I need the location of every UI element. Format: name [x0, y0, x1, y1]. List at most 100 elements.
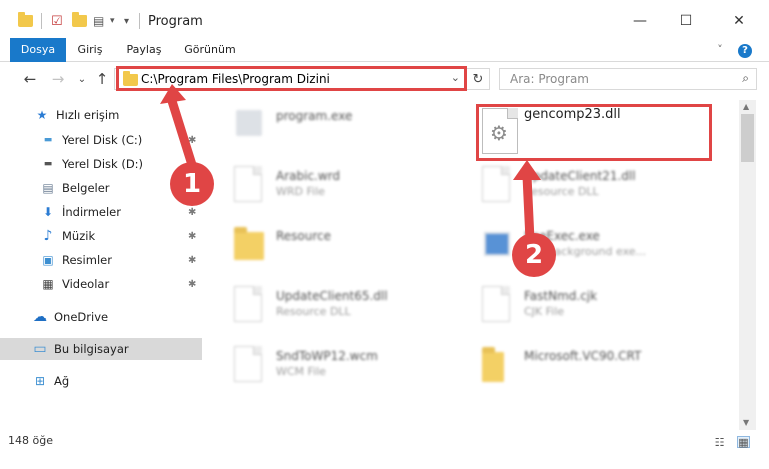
navigation-pane: ★ Hızlı erişim ▬ Yerel Disk (C:) ✱ ▬ Yer… — [0, 100, 206, 430]
sidebar-item-videos[interactable]: ▦ Videolar ✱ — [0, 273, 202, 295]
document-icon — [234, 346, 264, 382]
sidebar-item-network[interactable]: ⊞ Ağ — [0, 370, 202, 392]
sidebar-item-music[interactable]: ♪ Müzik ✱ — [0, 225, 202, 247]
close-button[interactable]: ✕ — [716, 6, 762, 36]
download-icon: ⬇ — [42, 205, 54, 219]
file-name[interactable]: gencomp23.dll — [524, 107, 621, 122]
file-type: CJK File — [524, 305, 565, 318]
file-name: SndToWP12.wcm — [276, 349, 378, 363]
sidebar-item-disk-d[interactable]: ▬ Yerel Disk (D:) — [0, 153, 202, 175]
vertical-scrollbar[interactable]: ▲ ▼ — [739, 100, 756, 430]
sidebar-item-label: İndirmeler — [62, 205, 121, 219]
network-icon: ⊞ — [34, 374, 46, 388]
document-icon — [482, 286, 512, 322]
dll-icon — [234, 286, 264, 322]
folder-icon — [123, 71, 138, 86]
forward-button[interactable]: → — [48, 70, 68, 88]
search-placeholder: Ara: Program — [510, 72, 589, 86]
star-icon: ★ — [36, 108, 48, 122]
divider — [41, 13, 42, 29]
recent-locations-button[interactable]: ⌄ — [72, 71, 92, 87]
sidebar-item-label: Müzik — [62, 229, 96, 243]
tab-paylas[interactable]: Paylaş — [122, 38, 166, 62]
document-icon — [234, 166, 264, 202]
tab-dosya[interactable]: Dosya — [10, 38, 66, 62]
search-input[interactable]: Ara: Program ⌕ — [499, 68, 757, 90]
sidebar-item-label: Videolar — [62, 277, 110, 291]
sidebar-item-label: Resimler — [62, 253, 112, 267]
file-item[interactable]: Microsoft.VC90.CRT — [482, 346, 712, 402]
file-item[interactable]: SndToWP12.wcm WCM File — [234, 346, 454, 402]
pin-icon[interactable]: ✱ — [188, 279, 196, 290]
back-button[interactable]: ← — [20, 70, 40, 88]
scroll-thumb[interactable] — [741, 114, 754, 162]
pin-icon[interactable]: ✱ — [188, 135, 196, 146]
sidebar-item-downloads[interactable]: ⬇ İndirmeler ✱ — [0, 201, 202, 223]
file-type: WCM File — [276, 365, 326, 378]
window-title: Program — [148, 14, 203, 29]
file-name: Resource — [276, 229, 332, 243]
documents-icon: ▤ — [42, 181, 54, 195]
sidebar-item-quick-access[interactable]: ★ Hızlı erişim — [0, 104, 202, 126]
music-icon: ♪ — [43, 228, 53, 244]
file-name: Microsoft.VC90.CRT — [524, 349, 642, 363]
exe-icon — [236, 110, 262, 136]
tab-giris[interactable]: Giriş — [70, 38, 110, 62]
new-folder-icon[interactable] — [72, 12, 87, 30]
dll-file-icon[interactable]: ⚙ — [482, 108, 518, 154]
drive-icon: ▬ — [43, 159, 53, 169]
sidebar-item-this-pc[interactable]: ▭ Bu bilgisayar — [0, 338, 202, 360]
computer-icon: ▭ — [33, 341, 47, 357]
details-view-icon[interactable]: ☷ — [713, 436, 726, 449]
up-button[interactable]: ↑ — [92, 70, 112, 88]
file-type: Resource DLL — [276, 305, 351, 318]
callout-2: 2 — [512, 233, 556, 277]
minimize-button[interactable]: — — [617, 6, 663, 36]
item-count: 148 öğe — [8, 434, 53, 447]
tab-gorunum[interactable]: Görünüm — [180, 38, 240, 62]
status-bar: 148 öğe ☷ ▦ — [0, 430, 769, 469]
exe-icon — [484, 232, 510, 256]
file-item[interactable]: Arabic.wrd WRD File — [234, 166, 454, 222]
address-bar[interactable]: C:\Program Files\Program Dizini ⌄ — [114, 68, 467, 90]
videos-icon: ▦ — [42, 277, 54, 291]
sidebar-item-onedrive[interactable]: ☁ OneDrive — [0, 306, 202, 328]
customize-toolbar-icon[interactable]: ▾ — [124, 12, 129, 30]
view-icon[interactable]: ▤ — [93, 12, 104, 30]
chevron-down-icon[interactable]: ⌄ — [451, 71, 460, 84]
sidebar-item-label: Bu bilgisayar — [54, 342, 129, 356]
dropdown-icon[interactable]: ▾ — [110, 12, 115, 30]
sidebar-item-disk-c[interactable]: ▬ Yerel Disk (C:) ✱ — [0, 129, 202, 151]
file-name: FastNmd.cjk — [524, 289, 598, 303]
properties-icon[interactable]: ☑ — [51, 12, 63, 30]
file-name: UpdateClient65.dll — [276, 289, 388, 303]
file-item[interactable]: FastNmd.cjk CJK File — [482, 286, 712, 342]
help-icon[interactable]: ? — [737, 38, 753, 62]
file-name: program.exe — [276, 109, 353, 123]
file-item[interactable]: UpdateClient65.dll Resource DLL — [234, 286, 454, 342]
folder-doc-icon — [482, 346, 512, 382]
sidebar-item-label: Belgeler — [62, 181, 110, 195]
sidebar-item-label: Hızlı erişim — [56, 108, 120, 122]
sidebar-item-label: Yerel Disk (D:) — [62, 157, 144, 171]
large-icons-view-icon[interactable]: ▦ — [737, 436, 750, 449]
pin-icon[interactable]: ✱ — [188, 255, 196, 266]
refresh-button[interactable]: ↻ — [467, 68, 490, 90]
sidebar-item-label: OneDrive — [54, 310, 109, 324]
pin-icon[interactable]: ✱ — [188, 207, 196, 218]
pictures-icon: ▣ — [42, 253, 54, 267]
file-item[interactable]: Resource — [234, 226, 454, 282]
folder-icon — [18, 12, 33, 30]
file-item[interactable]: program.exe — [234, 106, 454, 162]
sidebar-item-pictures[interactable]: ▣ Resimler ✱ — [0, 249, 202, 271]
file-item[interactable]: UpdateClient21.dll Resource DLL — [482, 166, 712, 222]
file-name: Arabic.wrd — [276, 169, 341, 183]
scroll-up-icon[interactable]: ▲ — [743, 102, 749, 111]
file-type: Resource DLL — [524, 185, 599, 198]
maximize-button[interactable]: ☐ — [663, 6, 709, 36]
expand-ribbon-icon[interactable]: ˅ — [712, 38, 728, 62]
pin-icon[interactable]: ✱ — [188, 231, 196, 242]
scroll-down-icon[interactable]: ▼ — [743, 418, 749, 427]
callout-1: 1 — [170, 162, 214, 206]
address-path: C:\Program Files\Program Dizini — [141, 72, 330, 86]
